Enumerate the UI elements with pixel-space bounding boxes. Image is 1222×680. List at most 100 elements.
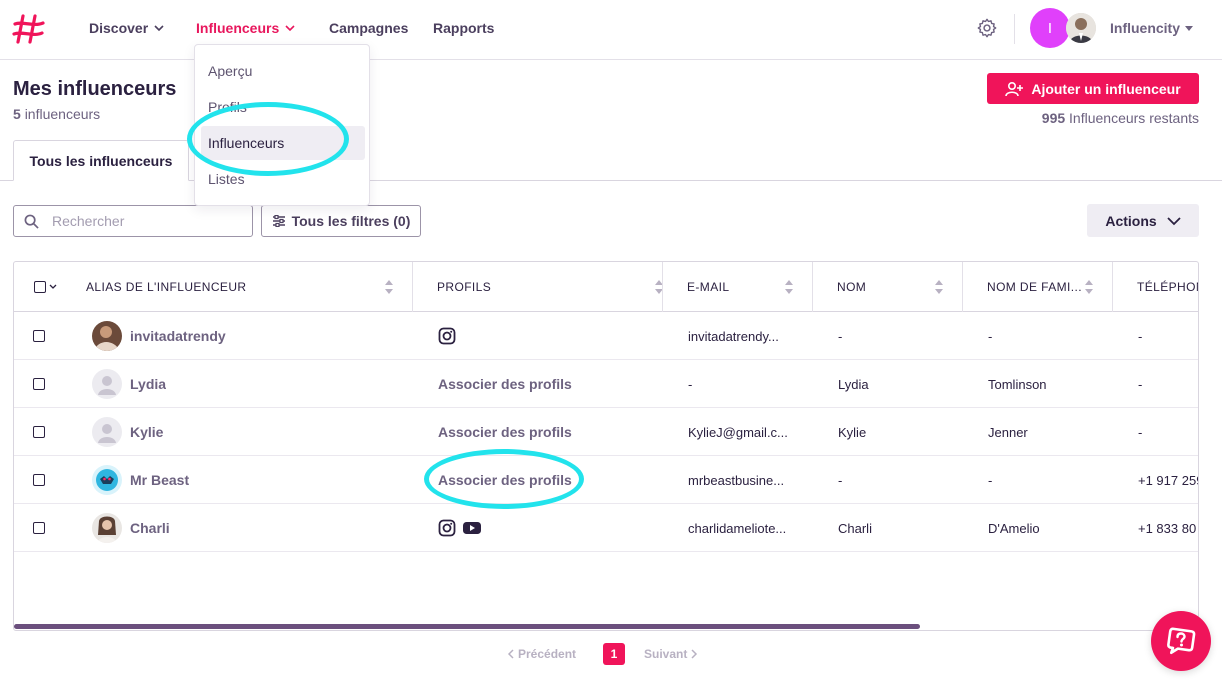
associate-profiles-label: Associer des profils [438,424,572,440]
avatar-placeholder-icon [92,417,122,447]
alias-cell[interactable]: invitadatrendy [92,312,226,360]
table-row[interactable]: invitadatrendy invitadatrendy... - - - [14,312,1198,360]
chevron-down-icon [285,25,295,32]
actions-button[interactable]: Actions [1087,204,1199,237]
famille-cell: D'Amelio [988,520,1040,536]
alias-cell[interactable]: Lydia [92,360,166,408]
sort-icon[interactable] [934,279,944,295]
add-influencer-label: Ajouter un influenceur [1031,80,1181,97]
email-cell: charlidameliote... [688,520,787,536]
chevron-right-icon [691,649,698,659]
user-photo-avatar[interactable] [1066,13,1096,43]
alias-cell[interactable]: Kylie [92,408,163,456]
associate-profiles-link[interactable]: Associer des profils [438,360,572,408]
nav-discover[interactable]: Discover [89,20,164,36]
alias-name: Mr Beast [130,472,190,488]
sort-icon[interactable] [384,279,394,295]
account-avatar[interactable]: I [1030,8,1070,48]
gear-icon[interactable] [976,17,998,39]
email-cell: mrbeastbusine... [688,472,785,488]
instagram-icon[interactable] [438,519,456,537]
tab-label: Tous les influenceurs [29,152,173,169]
horizontal-scrollbar[interactable] [14,624,920,629]
table-row[interactable]: Mr Beast Associer des profils mrbeastbus… [14,456,1198,504]
all-filters-label: Tous les filtres (0) [291,213,411,229]
instagram-icon[interactable] [438,327,456,345]
nom-cell: - [838,472,843,488]
search-icon [24,214,39,229]
associate-profiles-link[interactable]: Associer des profils [438,456,572,504]
column-header-alias[interactable]: ALIAS DE L'INFLUENCEUR [62,262,413,312]
column-header-email[interactable]: E-MAIL [663,262,813,312]
famille-cell: Jenner [988,424,1028,440]
profiles-cell [438,312,456,360]
menu-item-apercu[interactable]: Aperçu [201,54,365,88]
influencer-count: 5 influenceurs [13,106,100,122]
column-label: PROFILS [437,280,492,294]
remaining-label: Influenceurs restants [1069,110,1199,126]
pagination-next[interactable]: Suivant [644,647,698,661]
telephone-cell: - [1138,424,1143,440]
help-chat-icon [1167,627,1196,655]
pagination-page-current[interactable]: 1 [603,643,625,665]
add-influencer-button[interactable]: Ajouter un influenceur [987,73,1199,104]
row-checkbox[interactable] [33,522,45,534]
chevron-down-icon[interactable] [49,284,57,290]
column-label: ALIAS DE L'INFLUENCEUR [86,280,247,294]
hashtag-logo-icon[interactable] [12,13,46,45]
sort-icon[interactable] [654,279,663,295]
nav-discover-label: Discover [89,20,149,36]
pagination-previous[interactable]: Précédent [507,647,576,661]
select-all-checkbox[interactable] [34,281,46,293]
table-row[interactable]: Kylie Associer des profils KylieJ@gmail.… [14,408,1198,456]
nom-cell: - [838,328,843,344]
user-photo-icon [1066,13,1096,43]
influencer-count-number: 5 [13,106,21,122]
column-header-profils[interactable]: PROFILS [413,262,663,312]
nav-influenceurs[interactable]: Influenceurs [196,20,295,36]
nav-campagnes[interactable]: Campagnes [329,20,408,36]
influencer-count-label: influenceurs [24,106,101,122]
sort-icon[interactable] [1084,279,1094,295]
page-number: 1 [610,647,618,661]
chevron-down-icon [154,25,164,32]
famille-cell: - [988,328,993,344]
column-header-telephone[interactable]: TÉLÉPHON [1113,262,1198,312]
search-input[interactable] [52,213,242,229]
alias-cell[interactable]: Charli [92,504,170,552]
nav-rapports[interactable]: Rapports [433,20,494,36]
tab-tous-les-influenceurs[interactable]: Tous les influenceurs [13,140,189,181]
remaining-influencers: 995 Influenceurs restants [1042,110,1199,126]
associate-profiles-link[interactable]: Associer des profils [438,408,572,456]
chevron-left-icon [507,649,514,659]
nav-rapports-label: Rapports [433,20,495,36]
email-cell: invitadatrendy... [688,328,779,344]
nav-divider [1014,14,1015,44]
menu-item-label: Profils [208,99,247,115]
menu-item-label: Listes [208,171,245,187]
pagination-previous-label: Précédent [518,647,577,661]
row-checkbox[interactable] [33,426,45,438]
influenceurs-dropdown-menu: Aperçu Profils Influenceurs Listes [194,44,370,206]
menu-item-profils[interactable]: Profils [201,90,365,124]
account-menu[interactable]: Influencity [1110,20,1194,36]
row-checkbox[interactable] [33,330,45,342]
row-checkbox[interactable] [33,378,45,390]
help-chat-button[interactable] [1151,611,1211,671]
nav-campagnes-label: Campagnes [329,20,409,36]
menu-item-influenceurs[interactable]: Influenceurs [201,126,365,160]
youtube-icon[interactable] [462,520,482,536]
avatar [92,465,122,495]
chevron-down-icon [1167,216,1181,225]
row-checkbox[interactable] [33,474,45,486]
column-header-nom[interactable]: NOM [813,262,963,312]
menu-item-listes[interactable]: Listes [201,162,365,196]
table-row[interactable]: Lydia Associer des profils - Lydia Tomli… [14,360,1198,408]
alias-cell[interactable]: Mr Beast [92,456,189,504]
all-filters-button[interactable]: Tous les filtres (0) [261,205,421,237]
sort-icon[interactable] [784,279,794,295]
top-navbar: Discover Influenceurs Campagnes Rapports… [0,0,1222,60]
influencers-table: ALIAS DE L'INFLUENCEUR PROFILS E-MAIL NO… [13,261,1199,631]
column-header-nom-de-famille[interactable]: NOM DE FAMI... [963,262,1113,312]
table-row[interactable]: Charli charlidameliote... Charli D'Ameli… [14,504,1198,552]
